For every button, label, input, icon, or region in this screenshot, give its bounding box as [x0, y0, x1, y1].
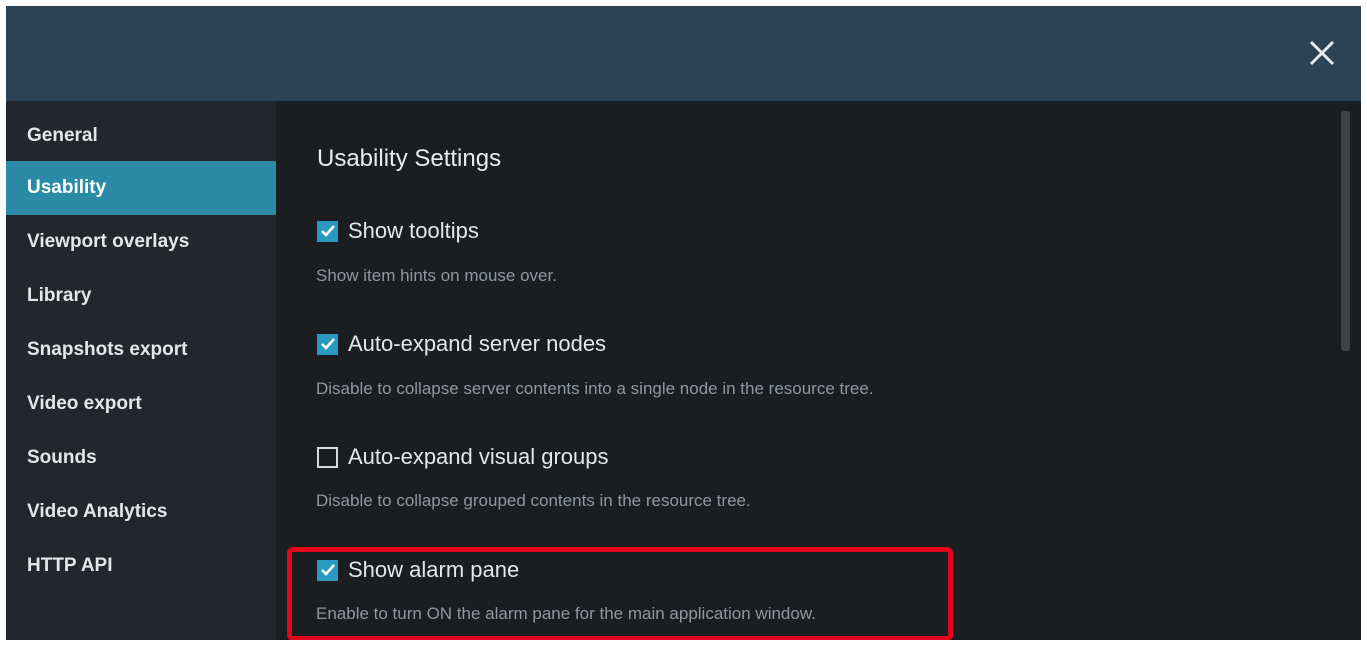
- vertical-scrollbar[interactable]: [1341, 111, 1350, 351]
- page-title: Usability Settings: [317, 145, 502, 172]
- checkbox-unchecked-icon: [317, 446, 338, 468]
- checkbox-checked-icon: [317, 333, 338, 355]
- sidebar-item-usability[interactable]: Usability: [6, 161, 276, 215]
- option-label: Show alarm pane: [348, 557, 520, 582]
- option-description: Show item hints on mouse over.: [316, 266, 557, 285]
- close-button[interactable]: [1305, 36, 1339, 70]
- option-label: Auto-expand visual groups: [348, 444, 609, 469]
- option-label: Show tooltips: [348, 218, 479, 243]
- sidebar-item-video-export[interactable]: Video export: [6, 377, 276, 431]
- settings-dialog: General Usability Viewport overlays Libr…: [6, 6, 1361, 640]
- close-icon: [1309, 40, 1335, 66]
- sidebar-item-http-api[interactable]: HTTP API: [6, 539, 276, 593]
- sidebar-item-library[interactable]: Library: [6, 269, 276, 323]
- sidebar-item-video-analytics[interactable]: Video Analytics: [6, 485, 276, 539]
- title-bar: [6, 6, 1361, 101]
- auto-expand-server-nodes-checkbox[interactable]: Auto-expand server nodes: [317, 331, 606, 357]
- show-alarm-pane-checkbox[interactable]: Show alarm pane: [317, 557, 519, 583]
- sidebar-item-viewport-overlays[interactable]: Viewport overlays: [6, 215, 276, 269]
- option-label: Auto-expand server nodes: [348, 331, 607, 356]
- sidebar-item-general[interactable]: General: [6, 109, 276, 163]
- option-description: Disable to collapse grouped contents in …: [316, 491, 751, 510]
- option-description: Disable to collapse server contents into…: [316, 379, 874, 398]
- settings-content: Usability Settings Show tooltips Show it…: [276, 101, 1361, 640]
- checkbox-checked-icon: [317, 559, 338, 581]
- settings-sidebar: General Usability Viewport overlays Libr…: [6, 101, 276, 640]
- auto-expand-visual-groups-checkbox[interactable]: Auto-expand visual groups: [317, 444, 609, 470]
- option-description: Enable to turn ON the alarm pane for the…: [316, 604, 816, 623]
- sidebar-item-sounds[interactable]: Sounds: [6, 431, 276, 485]
- show-tooltips-checkbox[interactable]: Show tooltips: [317, 218, 479, 244]
- sidebar-item-snapshots-export[interactable]: Snapshots export: [6, 323, 276, 377]
- checkbox-checked-icon: [317, 220, 338, 242]
